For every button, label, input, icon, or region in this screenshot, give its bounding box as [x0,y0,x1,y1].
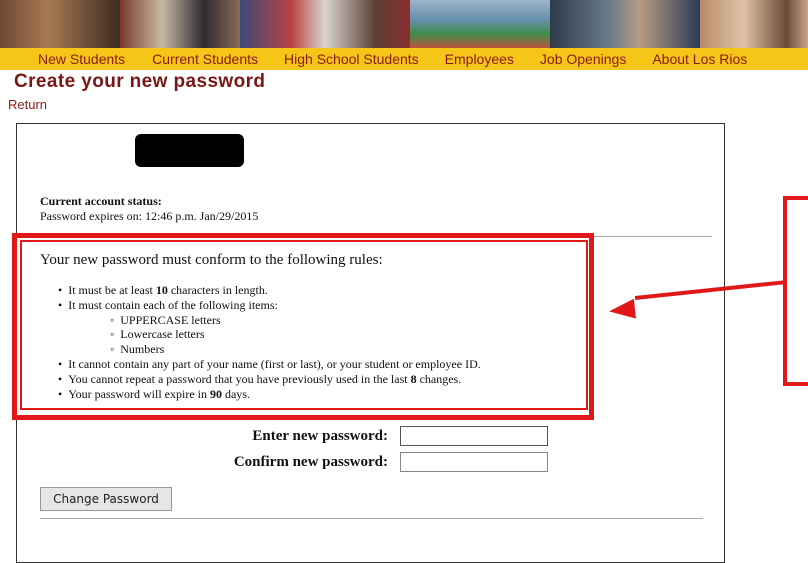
status-heading: Current account status: [40,194,162,208]
redacted-username-block [135,134,244,167]
required-items-list: UPPERCASE letters Lowercase letters Numb… [70,313,481,357]
rule-sub-item: Numbers [110,342,481,357]
nav-about-los-rios[interactable]: About Los Rios [652,51,747,67]
main-nav: New Students Current Students High Schoo… [0,48,808,70]
rule-item: You cannot repeat a password that you ha… [58,372,481,387]
nav-employees[interactable]: Employees [445,51,514,67]
new-password-row: Enter new password: [0,426,548,446]
rule-sub-item: Lowercase letters [110,327,481,342]
rule-item: It must contain each of the following it… [58,298,481,357]
page-title: Create your new password [14,71,266,92]
rule-item: It must be at least 10 characters in len… [58,283,481,298]
nav-current-students[interactable]: Current Students [152,51,258,67]
rules-heading: Your new password must conform to the fo… [40,252,383,268]
annotation-callout-box [783,196,808,386]
rule-sub-item: UPPERCASE letters [110,313,481,328]
divider [40,518,703,519]
confirm-password-input[interactable] [400,452,548,472]
banner-photo [120,0,240,48]
header-photo-banner [0,0,808,48]
nav-new-students[interactable]: New Students [38,51,125,67]
new-password-label: Enter new password: [252,427,388,444]
nav-high-school-students[interactable]: High School Students [284,51,419,67]
password-rules-list: It must be at least 10 characters in len… [58,283,481,401]
password-expiry-text: Password expires on: 12:46 p.m. Jan/29/2… [40,209,259,223]
banner-photo [240,0,410,48]
change-password-button[interactable]: Change Password [40,487,172,511]
banner-photo [410,0,550,48]
annotation-arrow-head-icon [608,298,636,322]
banner-photo [550,0,700,48]
nav-job-openings[interactable]: Job Openings [540,51,626,67]
account-status: Current account status: Password expires… [40,194,258,224]
confirm-password-label: Confirm new password: [233,453,388,470]
banner-photo [0,0,120,48]
new-password-input[interactable] [400,426,548,446]
rule-item: Your password will expire in 90 days. [58,387,481,402]
confirm-password-row: Confirm new password: [0,452,548,472]
return-link[interactable]: Return [8,97,47,112]
banner-photo [700,0,808,48]
rule-item: It cannot contain any part of your name … [58,357,481,372]
